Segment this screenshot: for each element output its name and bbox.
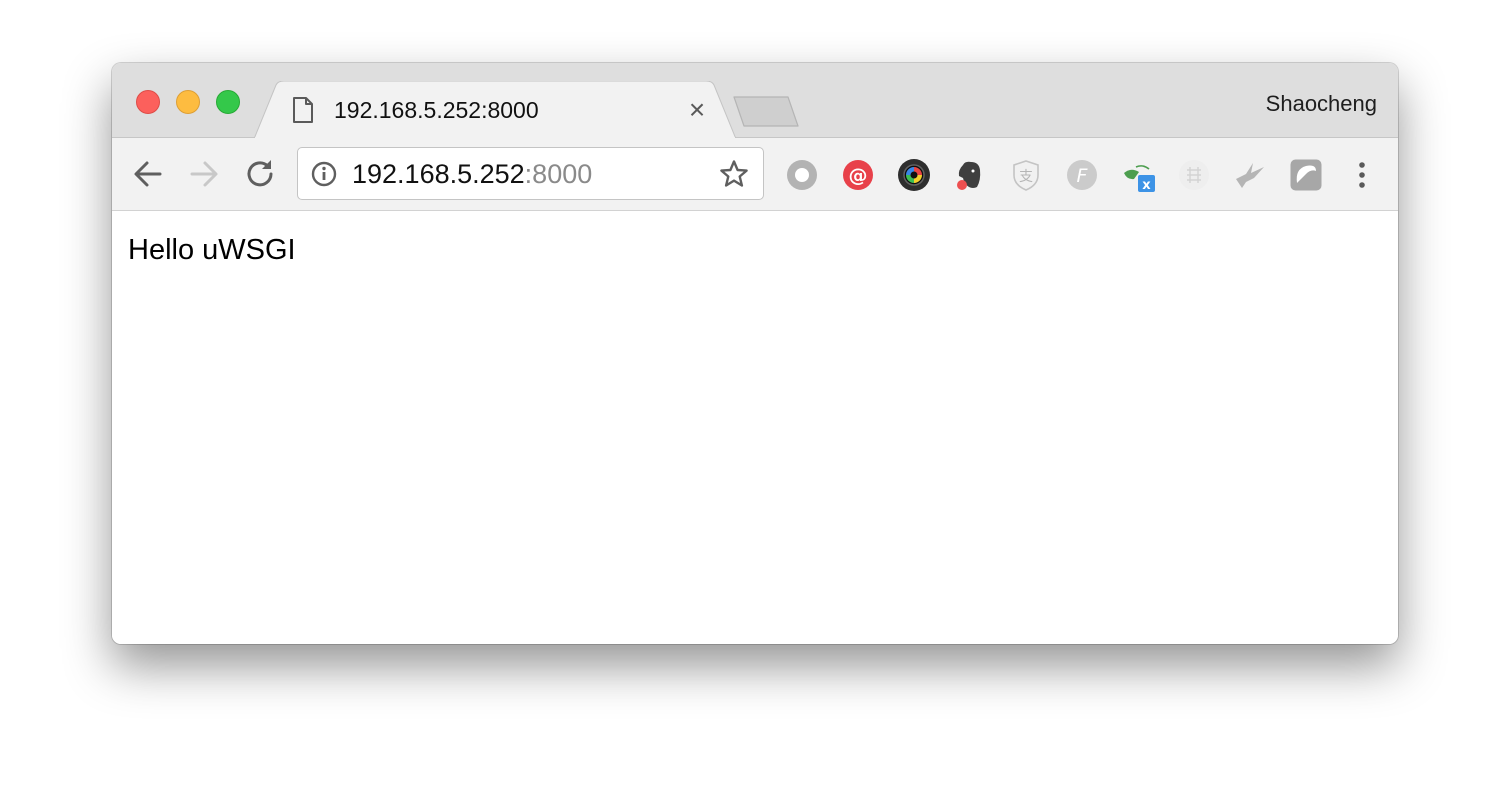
title-bar: 192.168.5.252:8000 × Shaocheng <box>112 63 1398 139</box>
gray-seal-icon[interactable] <box>1177 158 1211 192</box>
profile-name[interactable]: Shaocheng <box>1266 90 1377 118</box>
reload-icon[interactable] <box>242 156 278 192</box>
address-bar[interactable]: 192.168.5.252:8000 <box>297 147 764 200</box>
active-tab[interactable]: 192.168.5.252:8000 × <box>254 81 744 139</box>
url-host: 192.168.5.252 <box>352 159 525 189</box>
tab-close-icon[interactable]: × <box>683 96 711 124</box>
red-at-sign-icon[interactable]: @ <box>841 158 875 192</box>
url-text[interactable]: 192.168.5.252:8000 <box>352 158 592 190</box>
forward-arrow-icon[interactable] <box>186 156 222 192</box>
tab-title: 192.168.5.252:8000 <box>334 97 539 123</box>
url-port: :8000 <box>524 159 593 189</box>
svg-text:F: F <box>1077 165 1089 187</box>
svg-text:支: 支 <box>1019 169 1033 185</box>
page-body-text: Hello uWSGI <box>128 234 296 266</box>
new-tab-button[interactable] <box>732 95 800 129</box>
site-info-icon[interactable] <box>311 161 337 187</box>
more-menu-icon[interactable] <box>1350 158 1374 192</box>
gray-circle-icon[interactable] <box>785 158 819 192</box>
bookmark-star-icon[interactable] <box>719 159 749 189</box>
gray-square-icon[interactable] <box>1289 158 1323 192</box>
browser-window: 192.168.5.252:8000 × Shaocheng 192.168.5… <box>112 63 1398 644</box>
camera-lens-icon[interactable] <box>897 158 931 192</box>
alipay-shield-icon[interactable]: 支 <box>1009 158 1043 192</box>
translate-x-icon[interactable]: x <box>1121 158 1155 192</box>
svg-text:@: @ <box>849 165 868 187</box>
minimize-window-button[interactable] <box>176 90 200 114</box>
back-arrow-icon[interactable] <box>130 156 166 192</box>
svg-text:x: x <box>1142 178 1151 192</box>
maximize-window-button[interactable] <box>216 90 240 114</box>
evernote-elephant-icon[interactable] <box>953 158 987 192</box>
toolbar: 192.168.5.252:8000 @ 支 F x <box>112 138 1398 211</box>
hummingbird-icon[interactable] <box>1233 158 1267 192</box>
page-content: Hello uWSGI <box>112 211 1398 644</box>
f-circle-icon[interactable]: F <box>1065 158 1099 192</box>
close-window-button[interactable] <box>136 90 160 114</box>
page-icon <box>293 97 313 123</box>
